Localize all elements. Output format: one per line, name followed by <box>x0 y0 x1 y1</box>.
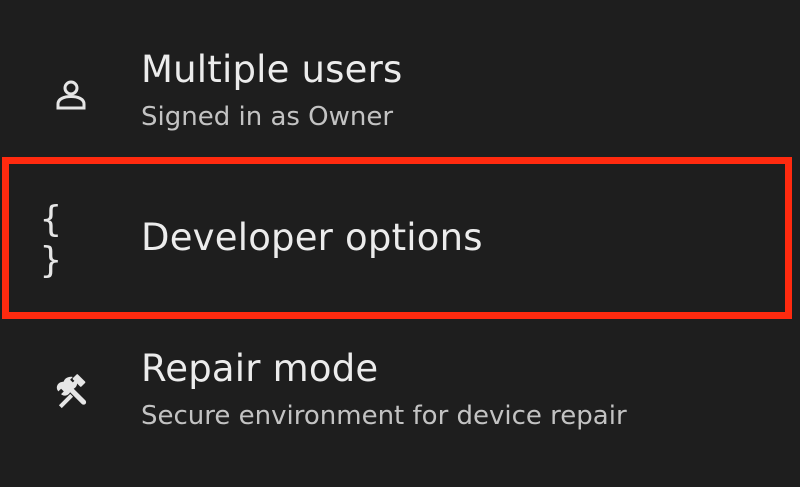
settings-item-subtitle: Signed in as Owner <box>141 102 394 132</box>
settings-screen: Multiple users Signed in as Owner { } De… <box>0 0 800 487</box>
repair-tools-icon <box>46 368 96 418</box>
settings-item-developer-options[interactable]: { } Developer options <box>0 158 800 323</box>
person-icon <box>46 70 96 120</box>
braces-icon: { } <box>40 199 72 281</box>
settings-item-title: Developer options <box>141 216 483 259</box>
settings-item-multiple-users[interactable]: Multiple users Signed in as Owner <box>0 30 800 150</box>
settings-item-subtitle: Secure environment for device repair <box>141 401 627 431</box>
settings-item-title: Multiple users <box>141 48 403 91</box>
settings-item-repair-mode[interactable]: Repair mode Secure environment for devic… <box>0 330 800 460</box>
settings-item-title: Repair mode <box>141 347 379 390</box>
